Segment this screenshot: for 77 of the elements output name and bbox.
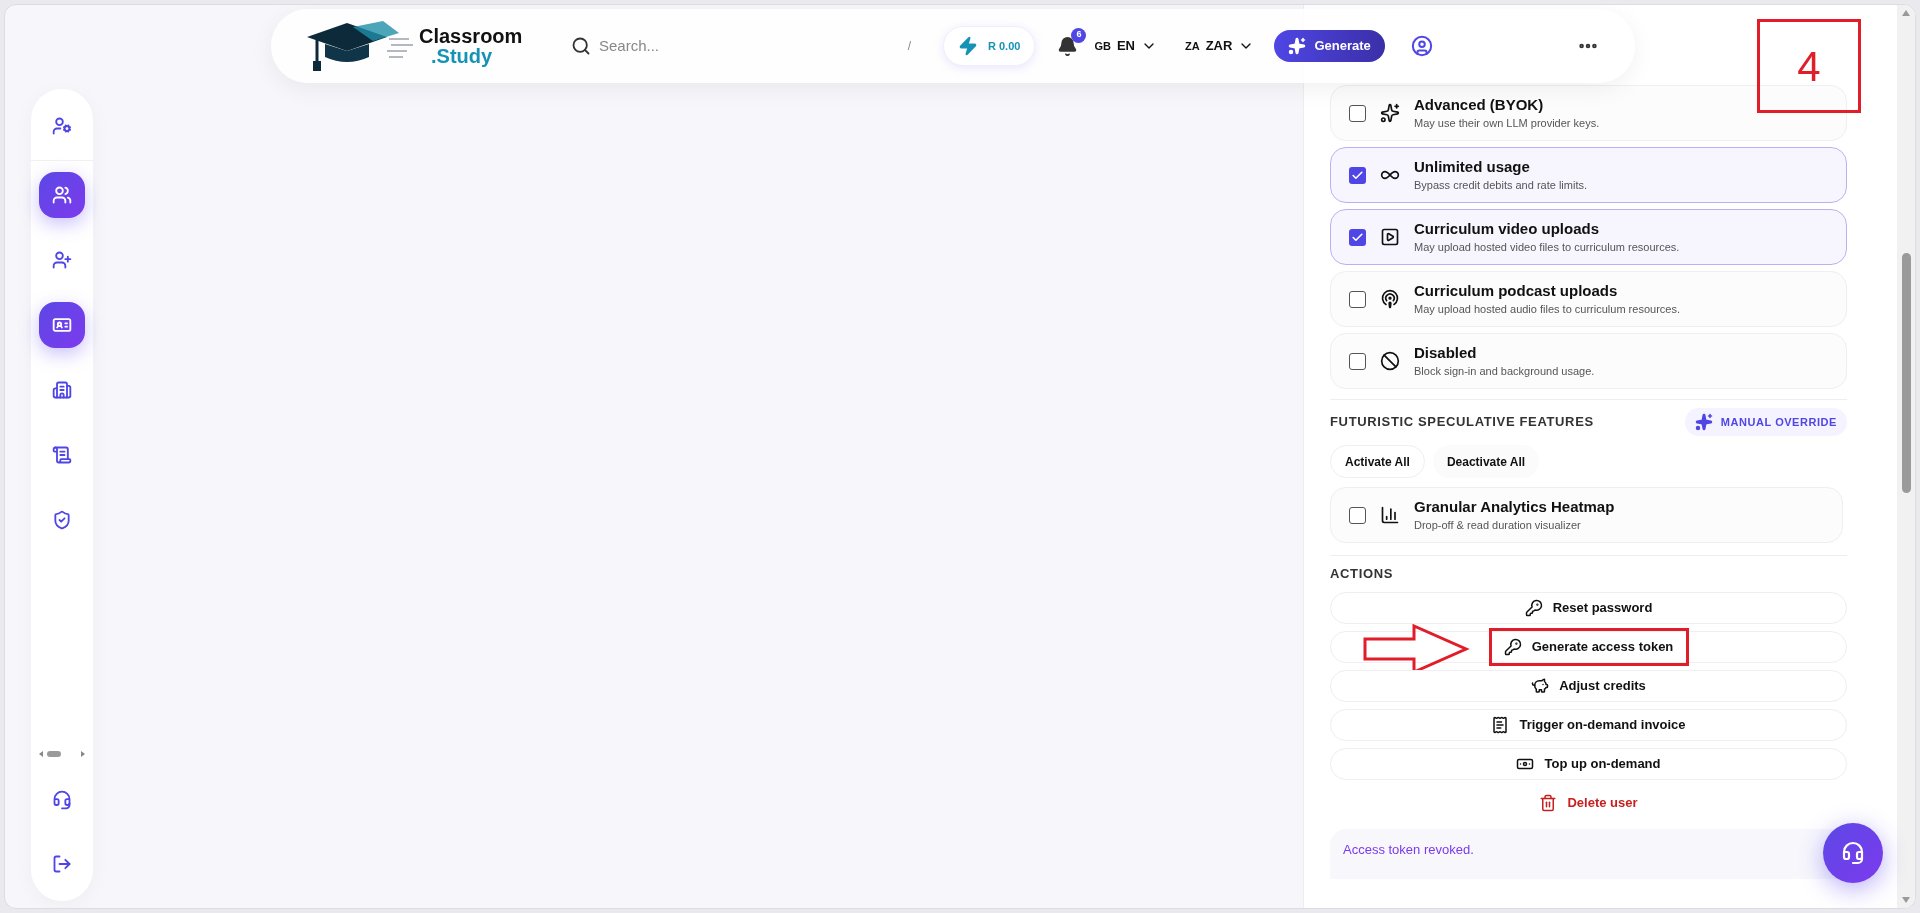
key-icon bbox=[1524, 598, 1543, 617]
section-label: FUTURISTIC SPECULATIVE FEATURES bbox=[1330, 413, 1594, 432]
vertical-scrollbar[interactable] bbox=[1897, 5, 1915, 908]
generate-button[interactable]: Generate bbox=[1274, 30, 1385, 62]
search-input[interactable]: Search... bbox=[599, 34, 900, 58]
check-icon bbox=[1351, 230, 1364, 244]
headset-icon bbox=[52, 790, 72, 810]
credits-button[interactable]: R 0.00 bbox=[943, 26, 1036, 66]
building-icon bbox=[52, 380, 72, 400]
action-button[interactable]: Top up on-demand bbox=[1330, 747, 1847, 780]
step-number-annotation: 4 bbox=[1757, 19, 1861, 113]
users-icon bbox=[52, 185, 72, 205]
sparkles-icon bbox=[1288, 37, 1307, 55]
action-button[interactable]: Generate access token bbox=[1330, 630, 1847, 663]
video-icon bbox=[1380, 227, 1400, 247]
scrollbar-thumb[interactable] bbox=[1901, 253, 1911, 493]
shield-icon bbox=[52, 510, 72, 530]
language-selector[interactable]: GB EN bbox=[1094, 36, 1157, 56]
ban-icon bbox=[1380, 351, 1400, 371]
key-icon bbox=[1503, 637, 1522, 656]
trash-icon bbox=[1539, 793, 1558, 812]
checkbox[interactable] bbox=[1349, 228, 1366, 246]
checkbox[interactable] bbox=[1349, 290, 1366, 308]
horizontal-scrollbar bbox=[37, 749, 87, 759]
lightning-icon bbox=[958, 36, 978, 56]
search-field[interactable]: Search... / bbox=[571, 26, 911, 66]
deactivate-all-button[interactable]: Deactivate All bbox=[1432, 445, 1540, 478]
add-user-icon bbox=[52, 250, 72, 270]
sidebar-item[interactable] bbox=[39, 302, 85, 348]
flag-row[interactable]: Curriculum podcast uploads May upload hosted audio files to curriculum resources. bbox=[1330, 271, 1847, 327]
flag-description: May upload hosted audio files to curriculum resources. bbox=[1414, 302, 1680, 317]
currency-selector[interactable]: ZA ZAR bbox=[1185, 36, 1255, 56]
checkbox[interactable] bbox=[1349, 506, 1366, 524]
id-badge-icon bbox=[52, 315, 72, 335]
flag-row[interactable]: Advanced (BYOK) May use their own LLM provider keys. bbox=[1330, 85, 1847, 141]
manual-override-button[interactable]: MANUAL OVERRIDE bbox=[1684, 408, 1847, 436]
flag-title: Curriculum video uploads bbox=[1414, 219, 1601, 239]
flag-description: Bypass credit debits and rate limits. bbox=[1414, 178, 1588, 193]
section-label: ACTIONS bbox=[1330, 565, 1395, 583]
action-button[interactable]: Trigger on-demand invoice bbox=[1330, 708, 1847, 741]
checkbox[interactable] bbox=[1349, 166, 1366, 184]
flag-title: Advanced (BYOK) bbox=[1414, 95, 1545, 115]
flag-row[interactable]: Granular Analytics Heatmap Drop-off & read duration visualizer bbox=[1330, 487, 1843, 543]
sidebar-item[interactable] bbox=[39, 172, 85, 218]
logo-text: Classroom bbox=[419, 26, 523, 46]
flag-description: May upload hosted video files to curriculum resources. bbox=[1414, 240, 1680, 255]
flag-title: Disabled bbox=[1414, 343, 1478, 363]
checkbox[interactable] bbox=[1349, 104, 1366, 122]
action-button[interactable]: Reset password bbox=[1330, 591, 1847, 624]
podcast-icon bbox=[1380, 289, 1400, 309]
logout-icon bbox=[52, 854, 72, 874]
shortcut-hint: / bbox=[907, 38, 911, 55]
flag-row[interactable]: Unlimited usage Bypass credit debits and rate limits. bbox=[1330, 147, 1847, 203]
logo-text: .Study bbox=[430, 46, 494, 66]
flag-description: May use their own LLM provider keys. bbox=[1414, 116, 1600, 131]
user-avatar-icon[interactable] bbox=[1410, 35, 1433, 57]
check-icon bbox=[1351, 168, 1364, 182]
headset-icon bbox=[1841, 841, 1865, 865]
receipt-icon bbox=[1491, 715, 1510, 734]
action-button[interactable]: Adjust credits bbox=[1330, 669, 1847, 702]
flag-title: Unlimited usage bbox=[1414, 157, 1531, 177]
flag-title: Curriculum podcast uploads bbox=[1414, 281, 1619, 301]
user-settings-icon bbox=[52, 116, 72, 136]
search-icon bbox=[571, 36, 591, 56]
sparkles-icon bbox=[1380, 103, 1400, 123]
flag-row[interactable]: Curriculum video uploads May upload hosted video files to curriculum resources. bbox=[1330, 209, 1847, 265]
sparkles-icon bbox=[1694, 413, 1713, 431]
bell-icon[interactable] bbox=[1057, 35, 1079, 57]
piggy-bank-icon bbox=[1531, 676, 1550, 695]
flag-row[interactable]: Disabled Block sign-in and background usage. bbox=[1330, 333, 1847, 389]
document-icon bbox=[52, 445, 72, 465]
bar-chart-icon bbox=[1380, 505, 1400, 525]
checkbox[interactable] bbox=[1349, 352, 1366, 370]
flag-description: Drop-off & read duration visualizer bbox=[1414, 518, 1582, 533]
notification-count: 6 bbox=[1071, 27, 1087, 43]
flag-title: Granular Analytics Heatmap bbox=[1414, 497, 1615, 517]
flag-description: Block sign-in and background usage. bbox=[1414, 364, 1595, 379]
